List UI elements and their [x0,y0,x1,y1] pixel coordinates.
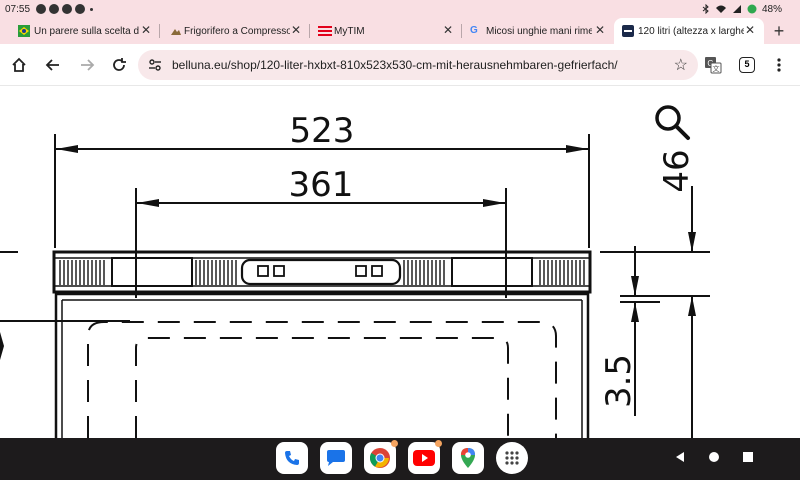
dashed-outline-outer [87,321,557,438]
reload-button[interactable] [108,54,130,76]
arrow-left-outer [56,145,78,153]
facebook-notification-icon [62,4,73,14]
back-triangle-icon[interactable] [674,451,686,463]
svg-text:文: 文 [713,64,720,73]
tab-title: MyTIM [334,25,365,37]
notification-badge [391,440,398,447]
bookmark-star-icon[interactable]: ☆ [674,55,688,75]
arrow-right-inner [483,199,505,207]
chrome-icon [369,448,390,468]
facebook-notification-icon [75,4,86,14]
dim-label-361: 361 [289,165,354,205]
dim-label-3-5: 3.5 [599,354,639,408]
close-icon[interactable]: ✕ [744,23,756,37]
home-circle-icon[interactable] [708,451,720,463]
tab-2[interactable]: MyTIM ✕ [310,18,462,44]
search-icon [655,105,690,140]
wifi-icon [715,5,726,13]
mountain-icon [170,25,182,37]
arrow-right-outer [566,145,588,153]
phone-icon [285,451,299,465]
more-notifications-dot [90,7,94,11]
youtube-app[interactable] [408,440,442,474]
tab-title: Un parere sulla scelta de [34,25,139,37]
status-right: 48% [702,0,782,18]
close-icon[interactable]: ✕ [290,23,302,37]
menu-button[interactable] [768,54,790,76]
home-button[interactable] [8,54,30,76]
tab-title: Micosi unghie mani rime [486,25,592,37]
signal-icon [732,5,741,13]
google-icon: G [470,25,478,36]
vent-left [59,260,105,285]
facebook-notification-icon [49,4,60,14]
phone-app[interactable] [276,442,308,474]
tab-4[interactable]: 120 litri (altezza x larghe ✕ [614,18,764,44]
tab-0[interactable]: Un parere sulla scelta de ✕ [0,18,160,44]
tab-switcher-button[interactable]: 5 [736,54,758,76]
belluna-icon [622,25,634,37]
url-text: belluna.eu/shop/120-liter-hxbxt-810x523x… [172,58,618,72]
battery-percent: 48% [761,3,782,15]
battery-saver-icon [747,4,757,14]
facebook-notification-icon [36,4,47,14]
tab-title: 120 litri (altezza x larghe [638,25,744,37]
system-navigation [674,451,754,463]
vent-right [539,260,585,285]
system-nav-bar [0,438,800,480]
vent-center-right [403,260,445,285]
home-icon [12,57,26,72]
toolbar: belluna.eu/shop/120-liter-hxbxt-810x523x… [0,44,800,86]
messages-app[interactable] [320,442,352,474]
dashed-outline-inner [135,337,509,438]
app-grid-icon [505,451,519,465]
youtube-icon [413,450,435,466]
app-drawer[interactable] [496,442,528,474]
arrow-left-inner [137,199,159,207]
bluetooth-icon [702,4,709,14]
tim-icon [318,25,332,37]
dim-label-46: 46 [657,149,697,192]
notification-badge [435,440,442,447]
back-arrow-icon [45,59,59,71]
flag-icon [18,25,30,37]
reload-icon [113,58,126,71]
maps-app[interactable] [452,442,484,474]
close-icon[interactable]: ✕ [140,23,152,37]
page-content: 523 361 46 3.5 [0,86,800,438]
notification-icons [36,4,94,14]
translate-button[interactable]: G文 [702,54,724,76]
site-settings-icon[interactable] [148,58,162,77]
translate-icon: G文 [705,57,722,74]
chrome-app[interactable] [364,440,398,474]
status-bar: 07:55 48% [0,0,800,18]
tab-strip: Un parere sulla scelta de ✕ Frigorifero … [0,18,800,44]
close-icon[interactable]: ✕ [442,23,454,37]
search-button[interactable] [652,102,692,142]
tab-count: 5 [739,57,755,73]
vent-center [195,260,237,285]
close-icon[interactable]: ✕ [594,23,606,37]
dim-label-523: 523 [290,111,355,151]
tab-1[interactable]: Frigorifero a Compresso ✕ [160,18,310,44]
forward-button[interactable] [76,54,98,76]
tab-title: Frigorifero a Compresso [184,25,290,37]
status-time: 07:55 [5,3,31,15]
address-bar[interactable]: belluna.eu/shop/120-liter-hxbxt-810x523x… [138,50,698,80]
maps-pin-icon [461,448,475,468]
more-vert-icon [777,58,781,72]
new-tab-button[interactable]: + [766,18,792,44]
tab-3[interactable]: G Micosi unghie mani rime ✕ [462,18,614,44]
control-panel [240,258,402,286]
messages-icon [327,450,345,466]
recents-square-icon[interactable] [742,451,754,463]
forward-arrow-icon [81,59,95,71]
back-button[interactable] [42,54,64,76]
app-dock [276,440,528,474]
